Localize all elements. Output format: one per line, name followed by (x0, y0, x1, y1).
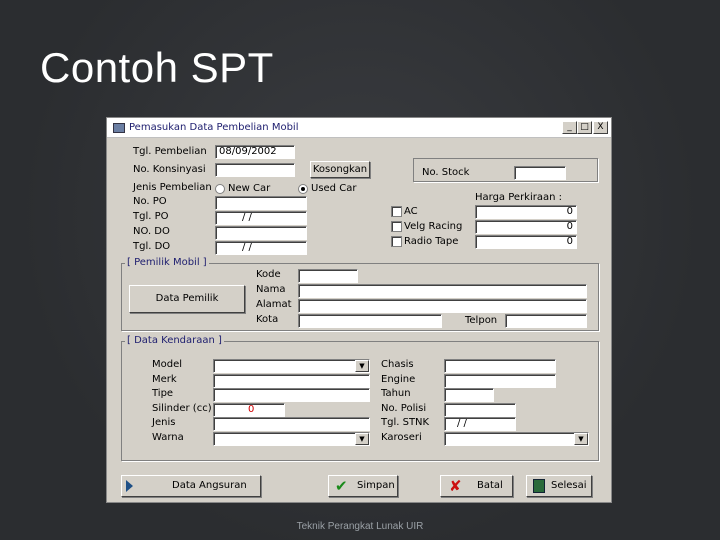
cross-icon: ✘ (449, 477, 462, 495)
exit-door-icon (533, 479, 545, 493)
tgl-do-label: Tgl. DO (133, 241, 171, 252)
velg-label: Velg Racing (404, 221, 463, 232)
radio-tape-checkbox[interactable] (391, 236, 402, 247)
alamat-field[interactable] (298, 299, 587, 313)
checkmark-icon: ✔ (335, 477, 348, 495)
play-arrow-icon (126, 480, 133, 492)
tahun-field[interactable] (444, 388, 494, 402)
jenis-pembelian-label: Jenis Pembelian (133, 182, 212, 193)
no-polisi-label: No. Polisi (381, 403, 427, 414)
new-car-radio[interactable] (215, 184, 225, 194)
no-konsinyasi-label: No. Konsinyasi (133, 164, 206, 175)
alamat-label: Alamat (256, 299, 292, 310)
ac-price-field[interactable]: 0 (475, 205, 577, 219)
ac-label: AC (404, 206, 418, 217)
nama-label: Nama (256, 284, 286, 295)
model-select[interactable] (213, 359, 370, 373)
maximize-button[interactable]: □ (577, 121, 592, 134)
telpon-field[interactable] (505, 314, 587, 328)
app-icon (113, 123, 125, 133)
merk-field[interactable] (213, 374, 370, 388)
owner-group-title: [ Pemilik Mobil ] (125, 257, 209, 268)
tgl-pembelian-label: Tgl. Pembelian (133, 146, 207, 157)
simpan-label: Simpan (357, 480, 395, 491)
new-car-label: New Car (228, 183, 271, 194)
batal-button[interactable]: ✘ Batal (440, 475, 513, 497)
radio-tape-label: Radio Tape (404, 236, 459, 247)
data-angsuran-label: Data Angsuran (172, 480, 247, 491)
tahun-label: Tahun (381, 388, 411, 399)
no-do-field[interactable] (215, 226, 307, 240)
selesai-button[interactable]: Selesai (526, 475, 592, 497)
slide-title: Contoh SPT (40, 44, 274, 91)
kode-label: Kode (256, 269, 281, 280)
telpon-label: Telpon (465, 315, 498, 326)
batal-label: Batal (477, 480, 503, 491)
no-konsinyasi-field[interactable] (215, 163, 295, 177)
tgl-po-label: Tgl. PO (133, 211, 169, 222)
no-po-field[interactable] (215, 196, 307, 210)
tipe-field[interactable] (213, 388, 370, 402)
karoseri-label: Karoseri (381, 432, 422, 443)
kota-field[interactable] (298, 314, 442, 328)
karoseri-dropdown-icon[interactable]: ▼ (574, 433, 588, 445)
tgl-do-field[interactable]: / / (215, 241, 307, 255)
nama-field[interactable] (298, 284, 587, 298)
jenis-field[interactable] (213, 417, 370, 431)
warna-label: Warna (152, 432, 184, 443)
vehicle-group-title: [ Data Kendaraan ] (125, 335, 224, 346)
tgl-stnk-field[interactable]: / / (444, 417, 516, 431)
kosongkan-button[interactable]: Kosongkan (310, 161, 370, 178)
silinder-field[interactable]: 0 (213, 403, 285, 417)
velg-price-field[interactable]: 0 (475, 220, 577, 234)
window-title: Pemasukan Data Pembelian Mobil (129, 122, 299, 133)
engine-field[interactable] (444, 374, 556, 388)
kode-field[interactable] (298, 269, 358, 283)
velg-checkbox[interactable] (391, 221, 402, 232)
radio-tape-price-field[interactable]: 0 (475, 235, 577, 249)
engine-label: Engine (381, 374, 416, 385)
tgl-po-field[interactable]: / / (215, 211, 307, 225)
no-po-label: No. PO (133, 196, 167, 207)
merk-label: Merk (152, 374, 177, 385)
kota-label: Kota (256, 314, 279, 325)
slide-footer: Teknik Perangkat Lunak UIR (296, 521, 424, 532)
model-dropdown-icon[interactable]: ▼ (355, 360, 369, 372)
warna-select[interactable] (213, 432, 370, 446)
no-stock-field[interactable] (514, 166, 566, 180)
selesai-label: Selesai (551, 480, 587, 491)
tipe-label: Tipe (152, 388, 174, 399)
harga-label: Harga Perkiraan : (475, 192, 562, 203)
used-car-radio[interactable] (298, 184, 308, 194)
chasis-label: Chasis (381, 359, 414, 370)
jenis-label: Jenis (152, 417, 176, 428)
close-button[interactable]: X (593, 121, 608, 134)
no-do-label: NO. DO (133, 226, 170, 237)
title-bar[interactable]: Pemasukan Data Pembelian Mobil _ □ X (107, 118, 611, 138)
no-stock-label: No. Stock (422, 167, 470, 178)
data-angsuran-button[interactable]: Data Angsuran (121, 475, 261, 497)
data-pemilik-button[interactable]: Data Pemilik (129, 285, 245, 313)
model-label: Model (152, 359, 183, 370)
simpan-button[interactable]: ✔ Simpan (328, 475, 398, 497)
minimize-button[interactable]: _ (562, 121, 577, 134)
karoseri-select[interactable] (444, 432, 589, 446)
chasis-field[interactable] (444, 359, 556, 373)
tgl-stnk-label: Tgl. STNK (381, 417, 430, 428)
warna-dropdown-icon[interactable]: ▼ (355, 433, 369, 445)
purchase-window: Pemasukan Data Pembelian Mobil _ □ X Tgl… (106, 117, 612, 503)
tgl-pembelian-field[interactable]: 08/09/2002 (215, 145, 295, 159)
ac-checkbox[interactable] (391, 206, 402, 217)
used-car-label: Used Car (311, 183, 357, 194)
silinder-label: Silinder (cc) (152, 403, 212, 414)
no-polisi-field[interactable] (444, 403, 516, 417)
